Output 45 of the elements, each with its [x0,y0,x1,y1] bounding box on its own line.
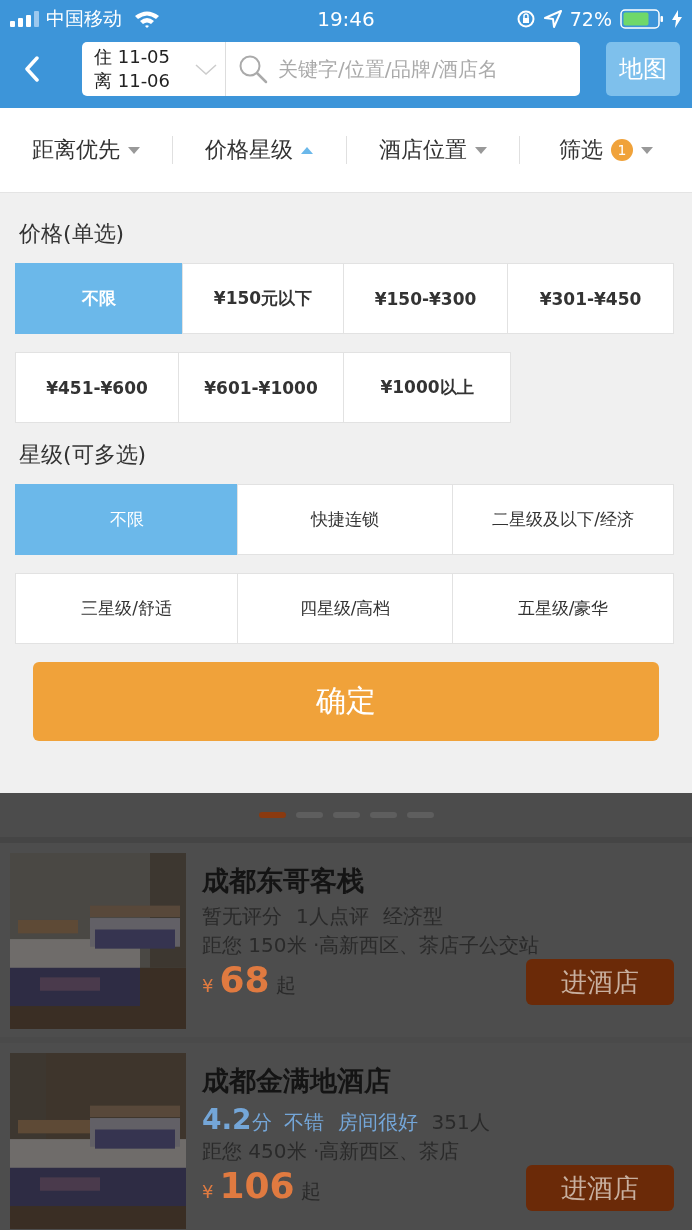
price-option[interactable]: ¥150元以下 [182,263,344,334]
hotel-name: 成都金满地酒店 [202,1064,392,1098]
rating-text: 房间很好 [337,1109,418,1136]
date-picker[interactable]: 住 11-05 离 11-06 [82,42,226,96]
location-arrow-icon [543,10,562,28]
charging-icon [672,10,682,28]
star-option[interactable]: 快捷连锁 [237,484,453,555]
search-icon [238,54,268,84]
sort-tab[interactable]: 距离优先 [0,108,173,192]
sort-tab[interactable]: 筛选 1 [519,108,692,192]
rating-text: 分 [251,1110,272,1136]
price-option[interactable]: ¥1000以上 [343,352,511,423]
battery-percent: 72% [569,8,612,30]
star-option[interactable]: 四星级/高档 [237,573,453,644]
search-input[interactable]: 关键字/位置/品牌/酒店名 [276,56,580,82]
hotel-name: 成都东哥客栈 [202,864,365,898]
signal-icon [10,11,40,27]
wifi-icon [134,10,160,28]
rotation-lock-icon [515,9,536,29]
battery-icon [620,9,664,29]
carrier-name: 中国移动 [46,6,122,31]
section-title: 星级(可多选) [18,441,148,469]
price-text: 68 [219,959,270,1000]
star-option[interactable]: 三星级/舒适 [15,573,238,644]
price-option[interactable]: ¥601-¥1000 [178,352,344,423]
star-option[interactable]: 五星级/豪华 [452,573,674,644]
chevron-down-icon [195,64,217,76]
currency-symbol: ¥ [202,975,214,996]
rating-text: 4.2 [202,1103,252,1136]
enter-hotel-button[interactable]: 进酒店 [526,959,674,1005]
enter-hotel-button[interactable]: 进酒店 [526,1165,674,1211]
sort-tab[interactable]: 酒店位置 [346,108,519,192]
back-icon[interactable] [24,56,40,82]
count-badge: 1 [610,139,633,161]
currency-symbol: ¥ [202,1181,214,1202]
sort-tab[interactable]: 价格星级 [173,108,346,192]
clock-time: 19:46 [316,7,376,31]
price-text: 106 [219,1165,295,1206]
price-option[interactable]: ¥301-¥450 [507,263,674,334]
price-option[interactable]: ¥451-¥600 [15,352,179,423]
price-option[interactable]: ¥150-¥300 [343,263,508,334]
section-title: 价格(单选) [18,220,126,248]
search-field[interactable]: 关键字/位置/品牌/酒店名 [226,42,580,96]
rating-text: 不错 [283,1109,324,1136]
star-option[interactable]: 二星级及以下/经济 [452,484,674,555]
